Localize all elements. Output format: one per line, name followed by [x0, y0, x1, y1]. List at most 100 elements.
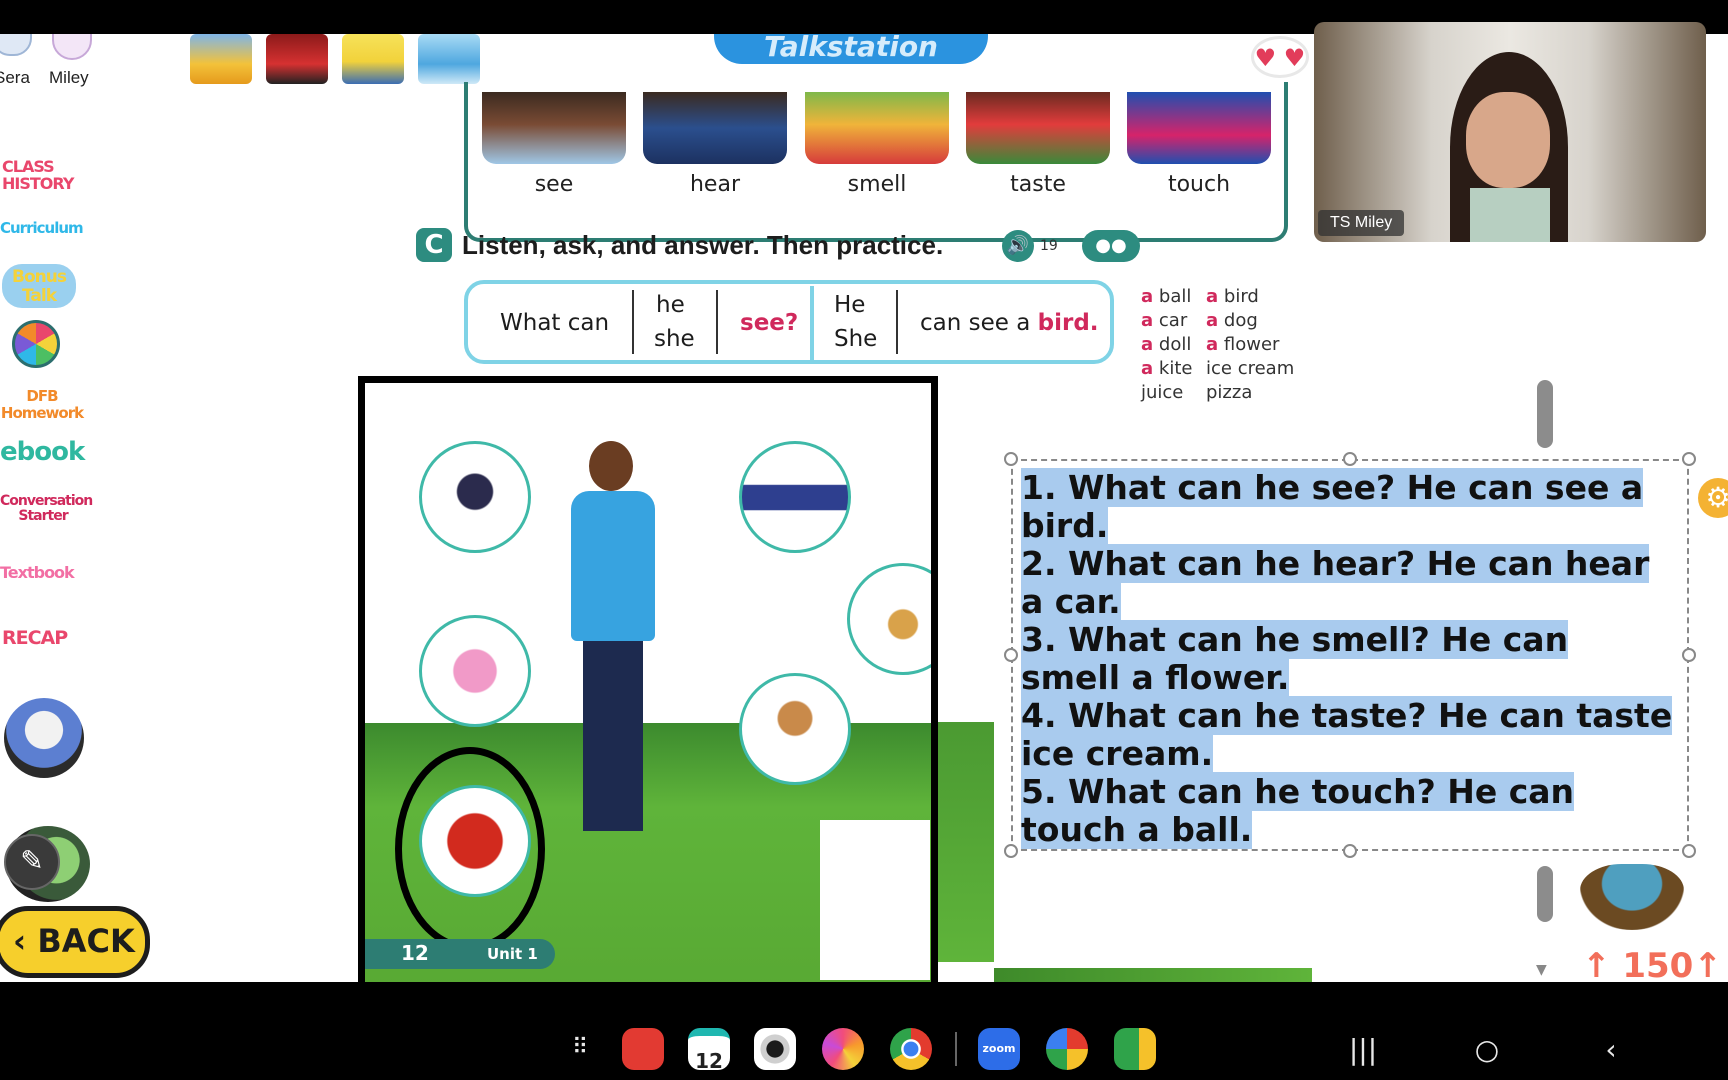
resize-handle[interactable]	[1004, 844, 1018, 858]
gear-icon[interactable]: ⚙	[1698, 478, 1728, 518]
vocab-item: a bird	[1206, 286, 1259, 307]
taskbar-divider	[955, 1032, 957, 1066]
vocab-item: pizza	[1206, 382, 1253, 403]
vocab-item: a kite	[1141, 358, 1193, 379]
pattern-she-cap: She	[834, 326, 878, 352]
sidebar-dfb-homework[interactable]: DFB Homework	[0, 388, 84, 422]
grass-bottom	[994, 968, 1312, 982]
resize-handle[interactable]	[1004, 648, 1018, 662]
heart-eyes-icon[interactable]: ♥ ♥	[1251, 36, 1309, 78]
sidebar-textbook[interactable]: Textbook	[0, 564, 75, 581]
chrome-app-icon[interactable]	[890, 1028, 932, 1070]
pattern-divider	[716, 290, 718, 354]
nav-back-button[interactable]: ‹	[1596, 1035, 1626, 1065]
grass-strip	[938, 722, 994, 962]
answer-line-2: 2. What can he hear? He can hear a car.	[1021, 544, 1650, 621]
resize-handle[interactable]	[1682, 844, 1696, 858]
photos-app-icon[interactable]	[1046, 1028, 1088, 1070]
pattern-answer: can see a bird.	[920, 310, 1099, 336]
answer-line-1: 1. What can he see? He can see a bird.	[1021, 468, 1644, 545]
vocab-item: a doll	[1141, 334, 1192, 355]
scrollbar-thumb[interactable]	[1537, 866, 1553, 922]
sense-label-hear: hear	[689, 172, 740, 197]
sidebar-bonus-talk[interactable]: Bonus Talk	[2, 264, 76, 308]
scroll-down-icon[interactable]: ▼	[1536, 962, 1547, 978]
video-tile[interactable]: TS Miley	[1314, 22, 1706, 242]
resize-handle[interactable]	[1343, 844, 1357, 858]
participant-label-miley: Miley	[49, 68, 89, 87]
sense-label-taste: taste	[1010, 172, 1066, 197]
sidebar-curriculum[interactable]: Curriculum	[0, 220, 84, 237]
home-button[interactable]: ○	[1472, 1035, 1502, 1065]
sticker-pooh-tile[interactable]	[190, 34, 252, 84]
sidebar-ebook[interactable]: ebook	[0, 439, 85, 465]
answer-line-5: 5. What can he touch? He can touch a bal…	[1021, 772, 1575, 849]
answer-line-3: 3. What can he smell? He can smell a flo…	[1021, 620, 1569, 697]
notes-app-icon[interactable]	[622, 1028, 664, 1070]
zoom-app-icon[interactable]: zoom	[978, 1028, 1020, 1070]
pattern-he-cap: He	[834, 292, 866, 318]
pattern-she: she	[654, 326, 695, 352]
apps-grid-icon[interactable]: ⠿	[566, 1034, 594, 1062]
avatar-miley[interactable]	[52, 34, 92, 60]
pair-work-icon: ●●	[1082, 230, 1140, 262]
talkstation-title: Talkstation	[714, 34, 988, 64]
pattern-divider	[810, 286, 814, 364]
pattern-divider	[632, 290, 634, 354]
vocab-item: a dog	[1206, 310, 1258, 331]
resize-handle[interactable]	[1343, 452, 1357, 466]
answer-line-4: 4. What can he taste? He can taste ice c…	[1021, 696, 1673, 773]
sense-see-image	[482, 92, 626, 164]
pattern-see: see?	[740, 310, 799, 336]
game-character-icon[interactable]	[4, 698, 84, 778]
resize-handle[interactable]	[1682, 452, 1696, 466]
sticker-minion-tile[interactable]	[342, 34, 404, 84]
circle-flower	[419, 615, 531, 727]
white-patch	[820, 820, 930, 980]
chevron-left-icon: ‹	[13, 922, 38, 960]
pattern-bird: bird.	[1037, 310, 1099, 336]
pattern-can-see-a: can see a	[920, 310, 1031, 336]
participant-label-sera: Sera	[0, 68, 30, 87]
sense-label-touch: touch	[1167, 172, 1231, 197]
meet-app-icon[interactable]	[1114, 1028, 1156, 1070]
answers-text-box[interactable]: 1. What can he see? He can see a bird. 2…	[1011, 459, 1689, 851]
sense-touch-image	[1127, 92, 1271, 164]
sidebar-conversation-starter[interactable]: Conversation Starter	[0, 494, 93, 524]
back-button[interactable]: ‹ BACK	[0, 906, 150, 978]
pen-tool-icon[interactable]: ✎	[4, 834, 60, 890]
sense-label-see: see	[534, 172, 574, 197]
sticker-spiderman-tile[interactable]	[266, 34, 328, 84]
sense-smell-image	[805, 92, 949, 164]
answers-text[interactable]: 1. What can he see? He can see a bird. 2…	[1021, 468, 1677, 849]
sidebar-recap[interactable]: RECAP	[2, 629, 68, 648]
calendar-app-icon[interactable]: 12	[688, 1028, 730, 1070]
spin-wheel-icon[interactable]	[12, 320, 60, 368]
boy-head	[589, 441, 633, 491]
audio-track-number: 19	[1040, 238, 1058, 254]
sense-hear-image	[643, 92, 787, 164]
boy-pants	[583, 641, 643, 831]
sidebar-class-history[interactable]: CLASS HISTORY	[2, 158, 82, 192]
resize-handle[interactable]	[1682, 648, 1696, 662]
boy-shirt	[571, 491, 655, 641]
page-number: 12	[401, 941, 429, 965]
vocab-item: a ball	[1141, 286, 1192, 307]
flower-app-icon[interactable]	[822, 1028, 864, 1070]
video-name-label: TS Miley	[1318, 210, 1405, 236]
avatar-sera[interactable]	[0, 34, 32, 56]
camera-app-icon[interactable]	[754, 1028, 796, 1070]
section-instruction: Listen, ask, and answer. Then practice.	[462, 230, 944, 260]
vocab-item: a flower	[1206, 334, 1280, 355]
arrow-up-icon: ↑	[1582, 946, 1623, 982]
pattern-what-can: What can	[500, 310, 610, 336]
taskbar	[0, 982, 1728, 1080]
unit-label: Unit 1	[487, 945, 538, 963]
recent-apps-button[interactable]: |||	[1348, 1035, 1378, 1065]
vocab-item: a car	[1141, 310, 1188, 331]
sticker-elsa-tile[interactable]	[418, 34, 480, 84]
arrow-up-icon: ↑	[1693, 946, 1722, 982]
resize-handle[interactable]	[1004, 452, 1018, 466]
scrollbar-thumb[interactable]	[1537, 380, 1553, 448]
speaker-icon[interactable]: 🔊	[1002, 230, 1034, 262]
